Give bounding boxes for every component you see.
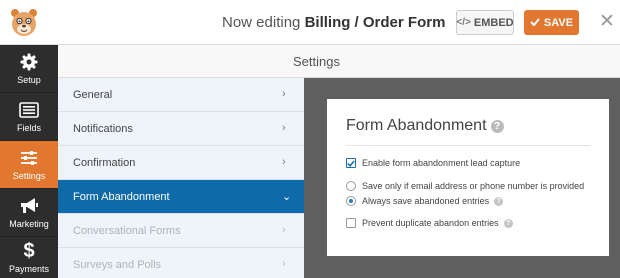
settings-menu-conversational-forms[interactable]: Conversational Forms › [58, 214, 304, 248]
sidebar-item-settings[interactable]: Settings [0, 141, 58, 189]
sidebar-item-payments[interactable]: $ Payments [0, 237, 58, 278]
radio-selected-dot [349, 199, 353, 203]
enable-abandonment-option: Enable form abandonment lead capture [346, 158, 520, 168]
sidebar-item-label: Payments [8, 264, 50, 274]
code-icon: </> [456, 17, 471, 28]
sidebar-item-label: Settings [12, 171, 46, 181]
settings-menu-general[interactable]: General › [58, 78, 304, 112]
builder-sidebar: Setup Fields Settings Marketing $ Paymen… [0, 45, 58, 278]
panel-title-text: Form Abandonment [346, 117, 487, 134]
chevron-down-icon: ⌄ [282, 191, 292, 203]
save-label: SAVE [543, 16, 574, 29]
settings-menu-surveys-polls[interactable]: Surveys and Polls › [58, 248, 304, 278]
prevent-duplicate-checkbox[interactable] [346, 218, 356, 228]
sidebar-item-label: Fields [16, 123, 41, 133]
top-bar: Now editing Billing / Order Form </> EMB… [0, 0, 620, 45]
prevent-duplicate-label: Prevent duplicate abandon entries [362, 218, 499, 228]
save-if-email-radio[interactable] [346, 181, 356, 191]
help-icon[interactable]: ? [490, 120, 504, 133]
sidebar-item-label: Marketing [9, 219, 49, 229]
chevron-right-icon: › [282, 156, 286, 168]
always-save-label: Always save abandoned entries [362, 196, 490, 206]
prevent-duplicate-option: Prevent duplicate abandon entries ? [346, 218, 513, 228]
megaphone-icon [19, 196, 39, 216]
enable-abandonment-label: Enable form abandonment lead capture [362, 158, 521, 168]
dollar-icon: $ [23, 239, 35, 262]
menu-item-label: Conversational Forms [73, 225, 181, 237]
settings-menu-notifications[interactable]: Notifications › [58, 112, 304, 146]
chevron-right-icon: › [282, 258, 286, 270]
settings-menu: General › Notifications › Confirmation ›… [58, 78, 304, 278]
close-icon[interactable]: ✕ [597, 11, 617, 33]
always-save-radio[interactable] [346, 196, 356, 206]
menu-item-label: Confirmation [73, 157, 136, 169]
menu-item-label: Notifications [73, 123, 133, 135]
checkmark-icon [530, 17, 540, 29]
sliders-icon [19, 148, 39, 168]
form-name: Billing / Order Form [304, 14, 446, 31]
settings-menu-confirmation[interactable]: Confirmation › [58, 146, 304, 180]
enable-abandonment-checkbox[interactable] [346, 158, 356, 168]
embed-button[interactable]: </> EMBED [456, 10, 514, 35]
form-abandonment-panel: Form Abandonment? Enable form abandonmen… [327, 99, 609, 256]
settings-header: Settings [58, 45, 620, 78]
settings-title: Settings [293, 54, 340, 69]
save-if-email-option: Save only if email address or phone numb… [346, 181, 584, 191]
panel-title: Form Abandonment? [346, 117, 504, 135]
gear-icon [19, 52, 39, 72]
sidebar-item-setup[interactable]: Setup [0, 45, 58, 93]
settings-menu-form-abandonment[interactable]: Form Abandonment ⌄ [58, 180, 304, 214]
chevron-right-icon: › [282, 88, 286, 100]
sidebar-item-marketing[interactable]: Marketing [0, 189, 58, 237]
embed-label: EMBED [473, 16, 514, 29]
sidebar-item-label: Setup [17, 75, 41, 85]
sidebar-item-fields[interactable]: Fields [0, 93, 58, 141]
menu-item-label: Form Abandonment [73, 191, 170, 203]
help-icon[interactable]: ? [503, 218, 513, 228]
divider [346, 145, 591, 146]
page-title: Now editing Billing / Order Form [222, 14, 445, 31]
wpforms-logo [6, 5, 42, 41]
save-if-email-label: Save only if email address or phone numb… [362, 181, 585, 191]
always-save-option: Always save abandoned entries ? [346, 196, 504, 206]
menu-item-label: Surveys and Polls [73, 259, 162, 271]
chevron-right-icon: › [282, 122, 286, 134]
chevron-right-icon: › [282, 224, 286, 236]
fields-list-icon [19, 100, 39, 120]
editing-prefix: Now editing [222, 14, 301, 31]
help-icon[interactable]: ? [494, 196, 504, 206]
menu-item-label: General [73, 89, 113, 101]
save-button[interactable]: SAVE [524, 10, 579, 35]
